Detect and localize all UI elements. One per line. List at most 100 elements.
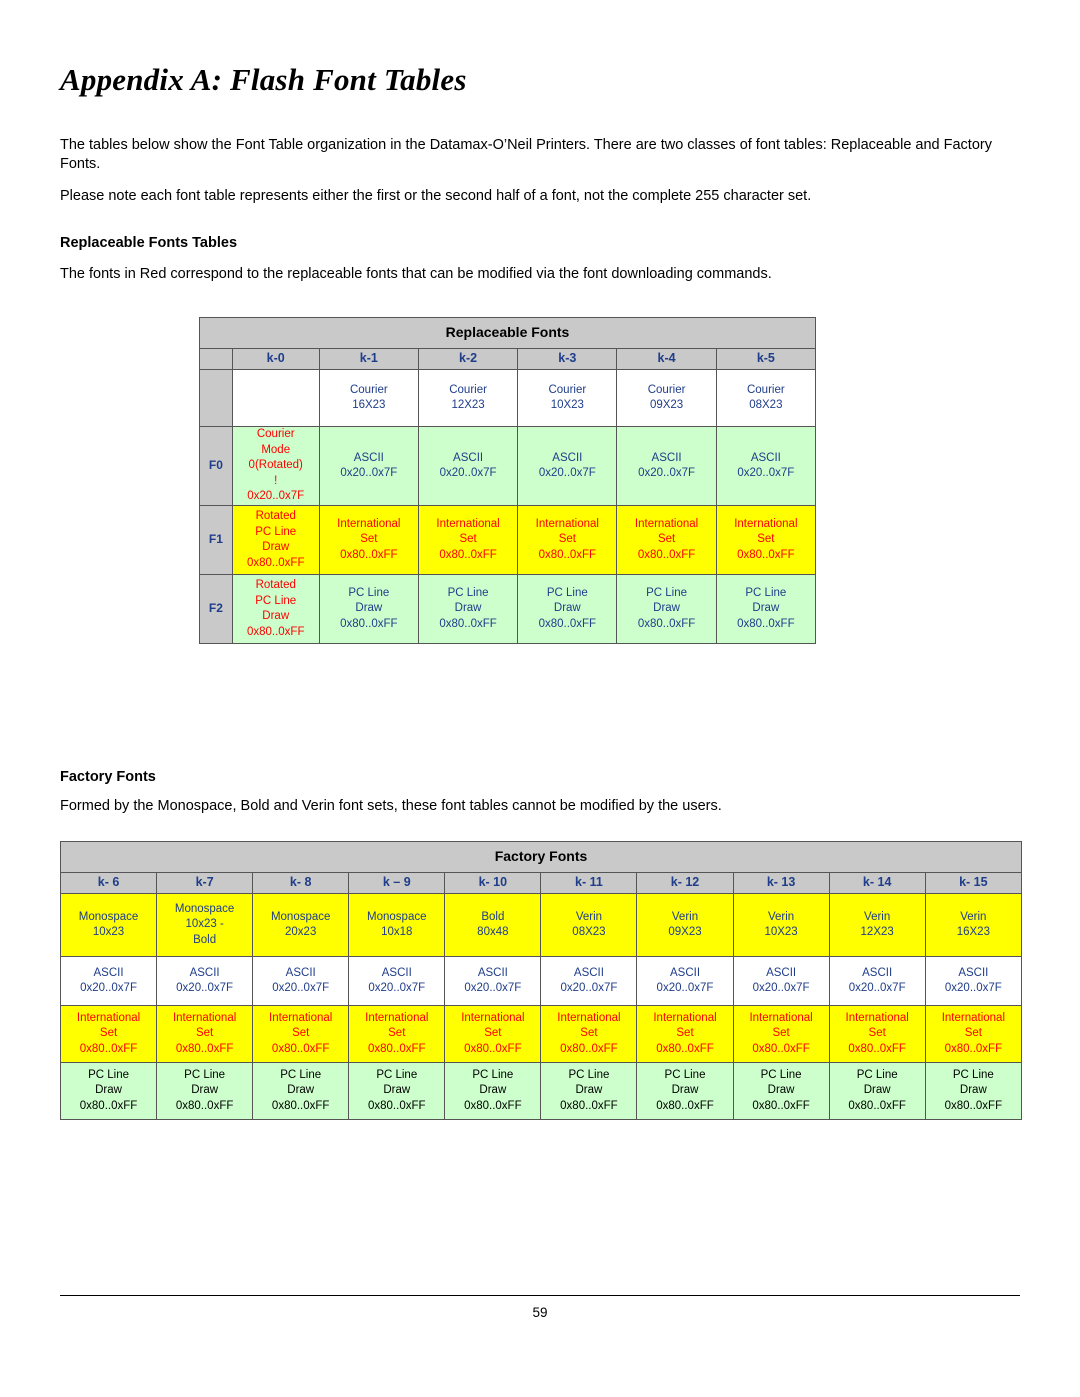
- cell-f0-k1: ASCII 0x20..0x7F: [318, 426, 419, 506]
- cell-f2-k3: PC Line Draw 0x80..0xFF: [517, 574, 618, 644]
- cell-intl-k7: International Set 0x80..0xFF: [156, 1005, 254, 1063]
- font-name-cell-k9: Monospace 10x18: [348, 893, 446, 957]
- column-header-k3: k-3: [517, 348, 618, 370]
- cell-f2-k0: Rotated PC Line Draw 0x80..0xFF: [231, 574, 320, 644]
- table-row-ascii: ASCII 0x20..0x7F ASCII 0x20..0x7F ASCII 0x2…: [59, 956, 1023, 1006]
- font-name-cell-k4: Courier 09X23: [616, 369, 717, 427]
- font-name-cell-k15: Verin 16X23: [924, 893, 1023, 957]
- table-row-headers: k-0 k-1 k-2 k-3 k-4 k-5: [199, 348, 817, 370]
- cell-f2-k5: PC Line Draw 0x80..0xFF: [715, 574, 817, 644]
- font-name-cell-k6: Monospace 10x23: [59, 893, 158, 957]
- font-name-cell-k2: Courier 12X23: [417, 369, 519, 427]
- cell-pcline-k9: PC Line Draw 0x80..0xFF: [348, 1062, 446, 1120]
- cell-f1-k0: Rotated PC Line Draw 0x80..0xFF: [231, 505, 320, 575]
- column-header-k14: k- 14: [828, 872, 926, 894]
- column-header-k5: k-5: [715, 348, 817, 370]
- font-name-cell-k5: Courier 08X23: [715, 369, 817, 427]
- cell-f0-k2: ASCII 0x20..0x7F: [417, 426, 519, 506]
- font-name-cell-k3: Courier 10X23: [517, 369, 618, 427]
- cell-pcline-k14: PC Line Draw 0x80..0xFF: [828, 1062, 926, 1120]
- table-row-fontnames: Courier 16X23 Courier 12X23 Courier 10X23 C…: [199, 369, 817, 427]
- cell-f1-k1: International Set 0x80..0xFF: [318, 505, 419, 575]
- cell-intl-k10: International Set 0x80..0xFF: [444, 1005, 542, 1063]
- cell-pcline-k15: PC Line Draw 0x80..0xFF: [924, 1062, 1023, 1120]
- column-header-k7: k-7: [156, 872, 254, 894]
- font-name-cell-k0: [231, 369, 320, 427]
- cell-ascii-k8: ASCII 0x20..0x7F: [252, 956, 350, 1006]
- cell-intl-k6: International Set 0x80..0xFF: [59, 1005, 158, 1063]
- factory-fonts-table: Factory Fonts k- 6 k-7 k- 8 k – 9 k- 10 …: [59, 841, 1023, 1120]
- intro-paragraph-2: Please note each font table represents e…: [60, 188, 812, 204]
- font-name-cell-k14: Verin 12X23: [828, 893, 926, 957]
- column-header-k2: k-2: [417, 348, 519, 370]
- section-heading-factory: Factory Fonts: [60, 769, 156, 785]
- note-factory: Formed by the Monospace, Bold and Verin …: [60, 798, 722, 814]
- table-row-caption: Replaceable Fonts: [199, 317, 816, 349]
- cell-intl-k8: International Set 0x80..0xFF: [252, 1005, 350, 1063]
- cell-pcline-k6: PC Line Draw 0x80..0xFF: [59, 1062, 158, 1120]
- cell-pcline-k8: PC Line Draw 0x80..0xFF: [252, 1062, 350, 1120]
- column-header-k0: k-0: [231, 348, 320, 370]
- spacer-cell: [199, 369, 233, 427]
- column-header-k6: k- 6: [59, 872, 158, 894]
- page-number: 59: [532, 1305, 548, 1320]
- column-header-k10: k- 10: [444, 872, 542, 894]
- cell-f1-k2: International Set 0x80..0xFF: [417, 505, 519, 575]
- column-header-k8: k- 8: [252, 872, 350, 894]
- cell-f0-k0: Courier Mode 0(Rotated)! 0x20..0x7F: [231, 426, 320, 506]
- section-heading-replaceable: Replaceable Fonts Tables: [60, 235, 238, 251]
- cell-f0-k4: ASCII 0x20..0x7F: [616, 426, 717, 506]
- font-name-cell-k1: Courier 16X23: [318, 369, 419, 427]
- cell-f2-k2: PC Line Draw 0x80..0xFF: [417, 574, 519, 644]
- footer-divider: [60, 1295, 1020, 1296]
- cell-intl-k12: International Set 0x80..0xFF: [636, 1005, 734, 1063]
- font-name-cell-k8: Monospace 20x23: [252, 893, 350, 957]
- column-header-k15: k- 15: [924, 872, 1023, 894]
- table-row-f0: F0 Courier Mode 0(Rotated)! 0x20..0x7F ASCI…: [199, 426, 817, 506]
- cell-intl-k14: International Set 0x80..0xFF: [828, 1005, 926, 1063]
- table-row-headers: k- 6 k-7 k- 8 k – 9 k- 10 k- 11 k- 12 k-…: [59, 872, 1023, 894]
- table-row-pcline: PC Line Draw 0x80..0xFF PC Line Draw 0x80..0…: [59, 1062, 1023, 1120]
- cell-f1-k4: International Set 0x80..0xFF: [616, 505, 717, 575]
- note-replaceable: The fonts in Red correspond to the repla…: [60, 266, 772, 282]
- corner-cell: [199, 348, 233, 370]
- font-name-cell-k12: Verin 09X23: [636, 893, 734, 957]
- replaceable-caption: Replaceable Fonts: [199, 317, 816, 349]
- cell-ascii-k7: ASCII 0x20..0x7F: [156, 956, 254, 1006]
- cell-ascii-k9: ASCII 0x20..0x7F: [348, 956, 446, 1006]
- cell-ascii-k6: ASCII 0x20..0x7F: [59, 956, 158, 1006]
- column-header-k13: k- 13: [732, 872, 830, 894]
- font-name-cell-k7: Monospace 10x23 - Bold: [156, 893, 254, 957]
- table-row-f2: F2 Rotated PC Line Draw 0x80..0xFF PC Line D…: [199, 574, 817, 644]
- font-name-cell-k11: Verin 08X23: [540, 893, 638, 957]
- cell-ascii-k14: ASCII 0x20..0x7F: [828, 956, 926, 1006]
- factory-caption: Factory Fonts: [60, 841, 1022, 873]
- cell-f1-k3: International Set 0x80..0xFF: [517, 505, 618, 575]
- cell-intl-k9: International Set 0x80..0xFF: [348, 1005, 446, 1063]
- column-header-k4: k-4: [616, 348, 717, 370]
- cell-pcline-k7: PC Line Draw 0x80..0xFF: [156, 1062, 254, 1120]
- row-label-f0: F0: [199, 426, 233, 506]
- cell-intl-k13: International Set 0x80..0xFF: [732, 1005, 830, 1063]
- table-row-caption: Factory Fonts: [60, 841, 1022, 873]
- cell-pcline-k11: PC Line Draw 0x80..0xFF: [540, 1062, 638, 1120]
- replaceable-fonts-table: Replaceable Fonts k-0 k-1 k-2 k-3 k-4 k-…: [199, 317, 817, 644]
- cell-f0-k5: ASCII 0x20..0x7F: [715, 426, 817, 506]
- cell-f2-k1: PC Line Draw 0x80..0xFF: [318, 574, 419, 644]
- cell-f2-k4: PC Line Draw 0x80..0xFF: [616, 574, 717, 644]
- font-name-cell-k13: Verin 10X23: [732, 893, 830, 957]
- table-row-f1: F1 Rotated PC Line Draw 0x80..0xFF Internat…: [199, 505, 817, 575]
- cell-ascii-k15: ASCII 0x20..0x7F: [924, 956, 1023, 1006]
- column-header-k9: k – 9: [348, 872, 446, 894]
- cell-f1-k5: International Set 0x80..0xFF: [715, 505, 817, 575]
- cell-f0-k3: ASCII 0x20..0x7F: [517, 426, 618, 506]
- page-title: Appendix A: Flash Font Tables: [60, 62, 467, 97]
- row-label-f1: F1: [199, 505, 233, 575]
- column-header-k12: k- 12: [636, 872, 734, 894]
- cell-ascii-k12: ASCII 0x20..0x7F: [636, 956, 734, 1006]
- intro-paragraph-1: The tables below show the Font Table org…: [60, 137, 992, 172]
- column-header-k1: k-1: [318, 348, 419, 370]
- cell-pcline-k13: PC Line Draw 0x80..0xFF: [732, 1062, 830, 1120]
- cell-ascii-k10: ASCII 0x20..0x7F: [444, 956, 542, 1006]
- cell-ascii-k13: ASCII 0x20..0x7F: [732, 956, 830, 1006]
